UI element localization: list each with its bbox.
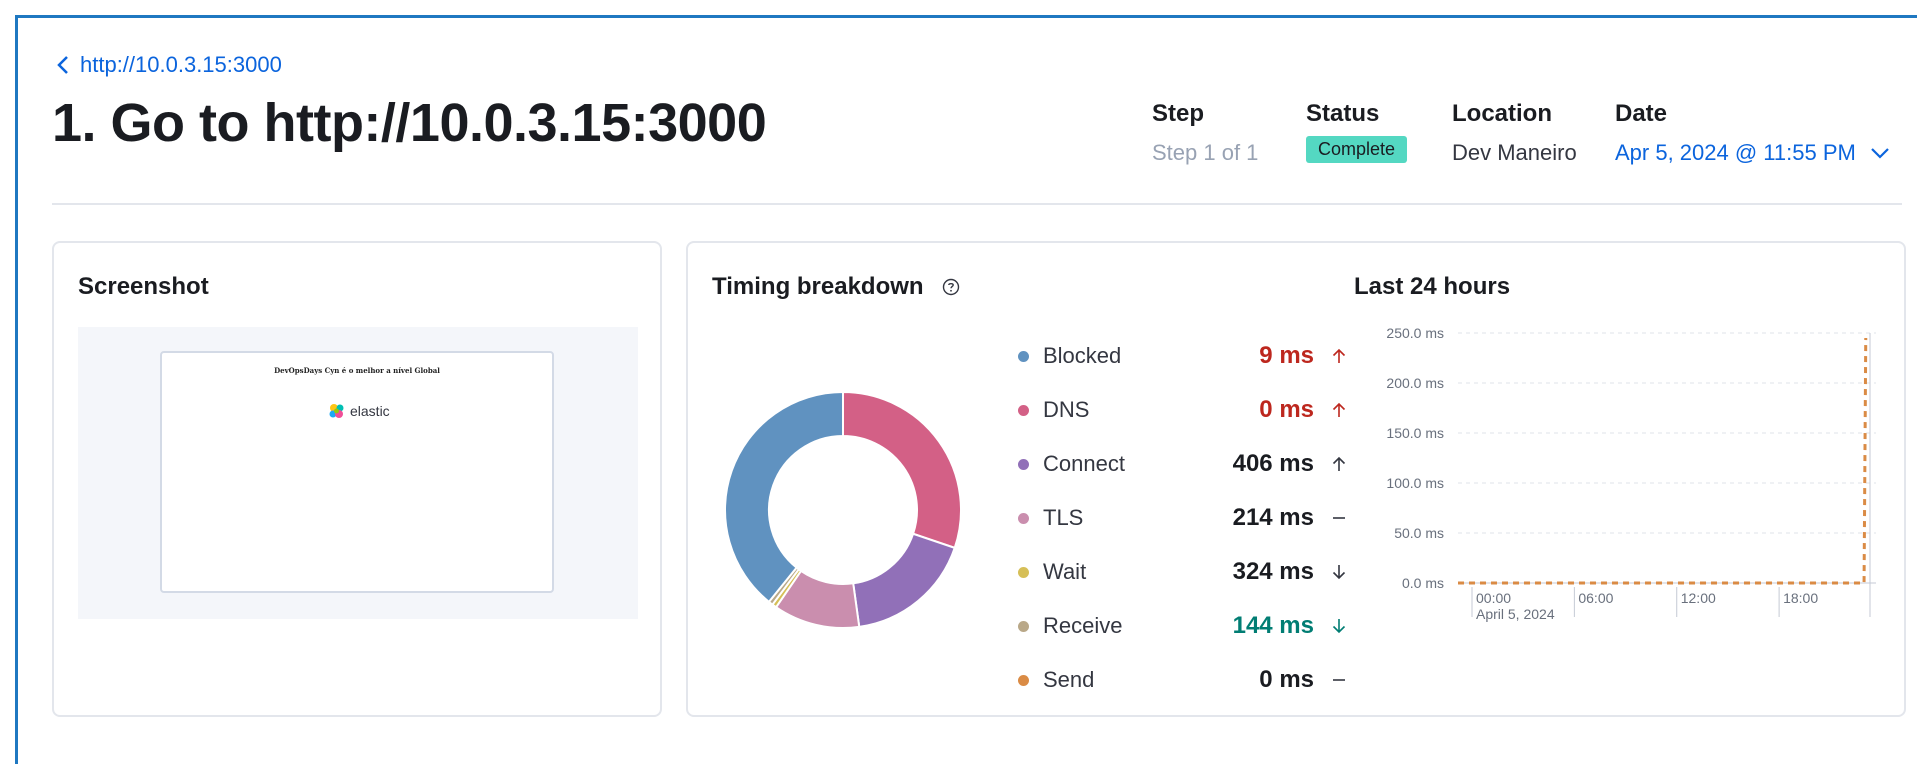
legend-dot — [1018, 620, 1029, 632]
legend-item-receive: Receive 144 ms — [1018, 599, 1348, 653]
timing-panel: Timing breakdown Blocked 9 ms DNS 0 ms Conne… — [686, 241, 1906, 717]
meta-date: Date Apr 5, 2024 @ 11:55 PM — [1615, 100, 1890, 166]
donut-blocked-segment[interactable] — [724, 391, 844, 604]
location-label: Location — [1452, 100, 1552, 127]
chevron-left-icon — [57, 56, 68, 74]
legend-item-send: Send 0 ms — [1018, 653, 1348, 707]
screenshot-thumbnail[interactable]: DevOpsDays Cyn é o melhor a nível Global… — [160, 351, 554, 593]
x-tick-label: 06:00 — [1578, 590, 1613, 606]
step-label: Step — [1152, 100, 1205, 127]
series-line[interactable] — [1458, 337, 1868, 585]
legend-label: Send — [1043, 667, 1095, 692]
elastic-logo-icon — [329, 404, 344, 418]
legend-dot — [1018, 566, 1029, 578]
legend-label: DNS — [1043, 397, 1090, 422]
location-value: Dev Maneiro — [1452, 140, 1577, 165]
y-tick-label: 200.0 ms — [1386, 375, 1444, 391]
date-picker[interactable]: Apr 5, 2024 @ 11:55 PM — [1615, 140, 1890, 166]
screenshot-panel-title: Screenshot — [78, 273, 209, 300]
date-value[interactable]: Apr 5, 2024 @ 11:55 PM — [1615, 140, 1856, 166]
legend-item-wait: Wait 324 ms — [1018, 545, 1348, 599]
status-label: Status — [1306, 100, 1380, 127]
legend-value: 0 ms — [1259, 666, 1314, 693]
arrow-up-icon — [1332, 348, 1346, 363]
legend-value: 9 ms — [1259, 342, 1314, 369]
legend-label: TLS — [1043, 505, 1084, 530]
legend-dot — [1018, 512, 1029, 524]
y-tick-label: 50.0 ms — [1394, 525, 1444, 541]
back-link-label[interactable]: http://10.0.3.15:3000 — [80, 52, 282, 78]
chevron-down-icon[interactable] — [1870, 147, 1890, 159]
timing-legend: Blocked 9 ms DNS 0 ms Connect 406 ms TLS 214 ms… — [1018, 329, 1348, 707]
legend-value: 324 ms — [1232, 558, 1314, 585]
legend-label: Receive — [1043, 613, 1123, 638]
back-link[interactable]: http://10.0.3.15:3000 — [56, 52, 282, 78]
timing-title-text: Timing breakdown — [712, 273, 924, 300]
preview-heading: DevOpsDays Cyn é o melhor a nível Global — [274, 366, 440, 375]
legend-value: 406 ms — [1232, 450, 1314, 477]
history-line-chart[interactable]: 250.0 ms 200.0 ms 150.0 ms 100.0 ms 50.0 ms 0… — [1348, 319, 1888, 639]
meta-location: Location Dev Maneiro — [1452, 100, 1577, 166]
legend-label: Wait — [1043, 559, 1087, 584]
legend-item-connect: Connect 406 ms — [1018, 437, 1348, 491]
legend-item-tls: TLS 214 ms — [1018, 491, 1348, 545]
meta-step: Step Step 1 of 1 — [1152, 100, 1258, 166]
legend-value: 214 ms — [1232, 504, 1314, 531]
page-title: 1. Go to http://10.0.3.15:3000 — [52, 93, 767, 153]
header-divider — [52, 203, 1902, 205]
arrow-up-icon — [1332, 456, 1346, 471]
x-axis-date-label: April 5, 2024 — [1476, 606, 1555, 622]
timing-donut-chart[interactable] — [724, 391, 962, 629]
y-tick-label: 100.0 ms — [1386, 475, 1444, 491]
dash-icon — [1333, 517, 1345, 519]
donut-dns-segment[interactable] — [842, 391, 962, 550]
arrow-up-icon — [1332, 402, 1346, 417]
legend-item-dns: DNS 0 ms — [1018, 383, 1348, 437]
legend-item-blocked: Blocked 9 ms — [1018, 329, 1348, 383]
y-tick-label: 0.0 ms — [1402, 575, 1444, 591]
x-tick-label: 18:00 — [1783, 590, 1818, 606]
timing-panel-title: Timing breakdown — [712, 273, 960, 301]
legend-dot — [1018, 350, 1029, 362]
legend-dot — [1018, 458, 1029, 470]
donut-connect-segment[interactable] — [852, 532, 957, 629]
legend-dot — [1018, 404, 1029, 416]
date-label: Date — [1615, 100, 1668, 127]
screenshot-preview[interactable]: DevOpsDays Cyn é o melhor a nível Global… — [78, 327, 638, 619]
x-tick-label: 12:00 — [1681, 590, 1716, 606]
screenshot-panel: Screenshot DevOpsDays Cyn é o melhor a n… — [52, 241, 662, 717]
legend-value: 144 ms — [1232, 612, 1314, 639]
step-value: Step 1 of 1 — [1152, 140, 1259, 165]
legend-label: Blocked — [1043, 343, 1122, 368]
y-tick-label: 150.0 ms — [1386, 425, 1444, 441]
status-badge: Complete — [1306, 136, 1408, 163]
dash-icon — [1333, 679, 1345, 681]
arrow-down-icon — [1332, 619, 1346, 634]
elastic-logo: elastic — [328, 403, 390, 419]
meta-status: Status Complete — [1306, 100, 1408, 163]
legend-value: 0 ms — [1259, 396, 1314, 423]
y-tick-label: 250.0 ms — [1386, 325, 1444, 341]
arrow-down-icon — [1332, 565, 1346, 580]
legend-label: Connect — [1043, 451, 1125, 476]
question-circle-icon[interactable] — [942, 278, 960, 296]
x-tick-label: 00:00 — [1476, 590, 1511, 606]
history-title: Last 24 hours — [1354, 273, 1511, 300]
elastic-logo-text: elastic — [350, 403, 390, 419]
legend-dot — [1018, 674, 1029, 686]
